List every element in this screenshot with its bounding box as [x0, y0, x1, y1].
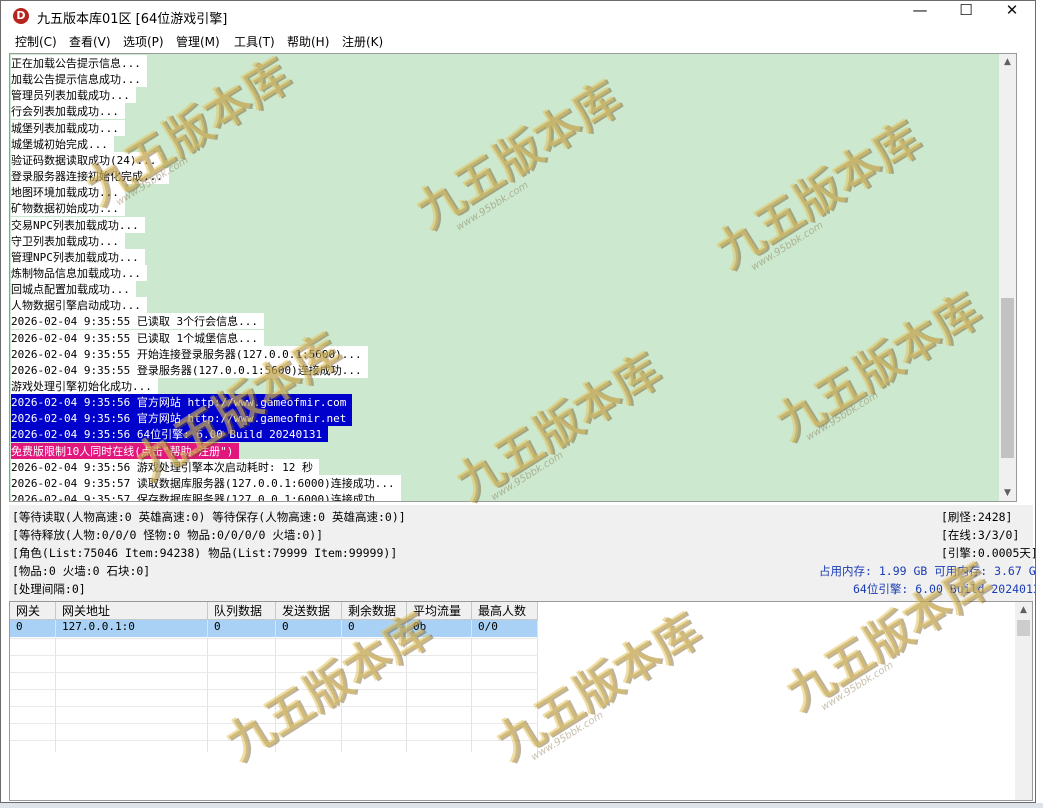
engine-uptime: [引擎:0.0005天]	[941, 546, 1036, 560]
menu-help[interactable]: 帮助(H)	[287, 33, 329, 50]
log-line: 人物数据引擎启动成功...	[11, 297, 147, 313]
column-divider	[537, 620, 538, 752]
status-panel: [等待读取(人物高速:0 英雄高速:0) 等待保存(人物高速:0 英雄高速:0)…	[9, 505, 1036, 601]
status-release-line: [等待释放(人物:0/0/0 怪物:0 物品:0/0/0/0 火墙:0)]	[12, 528, 324, 542]
log-line: 交易NPC列表加载成功...	[11, 217, 145, 233]
column-header[interactable]: 队列数据	[208, 602, 276, 620]
table-cell: 0b	[407, 620, 472, 637]
row-divider	[10, 706, 538, 707]
online-count: [在线:3/3/0]	[941, 528, 1020, 542]
row-divider	[10, 740, 538, 741]
gateway-table[interactable]: ▲ 网关 网关地址 队列数据 发送数据 剩余数据 平均流量 最高人数 0 127.0.0.1:0…	[9, 601, 1033, 801]
app-window: D 九五版本库01区 [64位游戏引擎] — ☐ ✕ 控制(C) 查看(V) 选…	[0, 0, 1036, 803]
monster-refresh-count: [刷怪:2428]	[941, 510, 1013, 524]
column-header[interactable]: 剩余数据	[342, 602, 407, 620]
column-divider	[406, 620, 407, 752]
table-scrollbar[interactable]: ▲	[1015, 602, 1032, 800]
log-line: 2026-02-04 9:35:55 已读取 1个城堡信息...	[11, 330, 264, 346]
log-line: 登录服务器连接初始化完成...	[11, 168, 169, 184]
log-line: 免费版限制10人同时在线(点击"帮助-注册")	[11, 443, 240, 459]
status-wait-line: [等待读取(人物高速:0 英雄高速:0) 等待保存(人物高速:0 英雄高速:0)…	[12, 510, 406, 524]
menu-register[interactable]: 注册(K)	[342, 33, 383, 50]
log-scroll-thumb[interactable]	[1001, 298, 1014, 458]
column-header[interactable]: 网关地址	[56, 602, 208, 620]
column-header[interactable]: 发送数据	[276, 602, 342, 620]
scroll-down-icon[interactable]: ▼	[999, 485, 1016, 501]
column-header[interactable]: 网关	[10, 602, 56, 620]
table-cell: 0	[276, 620, 342, 637]
log-line: 地图环境加载成功...	[11, 184, 125, 200]
log-line: 2026-02-04 9:35:57 保存数据库服务器(127.0.0.1:60…	[11, 491, 401, 501]
table-cell: 127.0.0.1:0	[56, 620, 208, 637]
row-divider	[10, 672, 538, 673]
column-divider	[207, 620, 208, 752]
log-line: 矿物数据初始成功...	[11, 200, 125, 216]
row-divider	[10, 689, 538, 690]
log-line: 游戏处理引擎初始化成功...	[11, 378, 158, 394]
table-cell: 0/0	[472, 620, 538, 637]
log-line: 守卫列表加载成功...	[11, 233, 125, 249]
menu-manage[interactable]: 管理(M)	[176, 33, 220, 50]
log-scrollbar[interactable]: ▲ ▼	[999, 54, 1016, 501]
window-title: 九五版本库01区 [64位游戏引擎]	[37, 12, 228, 27]
log-line: 回城点配置加载成功...	[11, 281, 136, 297]
log-line: 2026-02-04 9:35:57 读取数据库服务器(127.0.0.1:60…	[11, 475, 401, 491]
table-cell: 0	[10, 620, 56, 637]
status-interval-line: [处理间隔:0]	[12, 582, 86, 596]
log-line: 2026-02-04 9:35:56 64位引擎: 6.00 Build 202…	[11, 426, 329, 442]
log-line: 管理员列表加载成功...	[11, 87, 136, 103]
column-divider	[341, 620, 342, 752]
log-line: 2026-02-04 9:35:56 官方网站 http://www.gameo…	[11, 394, 353, 410]
log-line: 2026-02-04 9:35:55 登录服务器(127.0.0.1:5600)…	[11, 362, 368, 378]
log-line: 2026-02-04 9:35:55 开始连接登录服务器(127.0.0.1:5…	[11, 346, 368, 362]
minimize-button[interactable]: —	[897, 1, 943, 31]
column-divider	[55, 620, 56, 752]
taskbar-strip	[0, 803, 1043, 808]
scroll-up-icon[interactable]: ▲	[999, 54, 1016, 70]
column-header[interactable]: 平均流量	[407, 602, 472, 620]
log-line: 管理NPC列表加载成功...	[11, 249, 145, 265]
memory-usage: 占用内存: 1.99 GB 可用内存: 3.67 GB	[819, 564, 1036, 578]
status-items-line: [物品:0 火墙:0 石块:0]	[12, 564, 151, 578]
log-line: 城堡列表加载成功...	[11, 120, 125, 136]
log-line: 炼制物品信息加载成功...	[11, 265, 147, 281]
log-line: 城堡城初始完成...	[11, 136, 114, 152]
log-line: 正在加载公告提示信息...	[11, 55, 147, 71]
table-cell: 0	[342, 620, 407, 637]
row-divider	[10, 655, 538, 656]
log-panel[interactable]: 2026-02-04 9:35:57 保存数据库服务器(127.0.0.1:60…	[9, 53, 1017, 502]
menu-view[interactable]: 查看(V)	[69, 33, 111, 50]
log-line: 2026-02-04 9:35:56 游戏处理引擎本次启动耗时: 12 秒	[11, 459, 319, 475]
menu-options[interactable]: 选项(P)	[123, 33, 164, 50]
menu-bar: 控制(C) 查看(V) 选项(P) 管理(M) 工具(T) 帮助(H) 注册(K…	[1, 31, 1035, 51]
table-scroll-thumb[interactable]	[1017, 620, 1030, 636]
log-line: 2026-02-04 9:35:55 已读取 3个行会信息...	[11, 313, 264, 329]
log-line: 验证码数据读取成功(24)...	[11, 152, 163, 168]
maximize-button[interactable]: ☐	[943, 1, 989, 31]
row-divider	[10, 723, 538, 724]
menu-tools[interactable]: 工具(T)	[234, 33, 275, 50]
table-scroll-up-icon[interactable]: ▲	[1015, 602, 1032, 618]
column-header[interactable]: 最高人数	[472, 602, 538, 620]
title-bar[interactable]: D 九五版本库01区 [64位游戏引擎] — ☐ ✕	[1, 1, 1035, 31]
column-divider	[471, 620, 472, 752]
log-line: 2026-02-04 9:35:56 官方网站 http://www.gameo…	[11, 410, 353, 426]
column-divider	[275, 620, 276, 752]
menu-control[interactable]: 控制(C)	[15, 33, 57, 50]
row-divider	[10, 638, 538, 639]
table-cell: 0	[208, 620, 276, 637]
log-line: 加载公告提示信息成功...	[11, 71, 147, 87]
log-line: 行会列表加载成功...	[11, 103, 125, 119]
close-button[interactable]: ✕	[989, 1, 1035, 31]
engine-version: 64位引擎: 6.00 Build 20240131	[853, 582, 1036, 596]
status-role-line: [角色(List:75046 Item:94238) 物品(List:79999…	[12, 546, 398, 560]
app-logo-icon: D	[13, 8, 29, 24]
